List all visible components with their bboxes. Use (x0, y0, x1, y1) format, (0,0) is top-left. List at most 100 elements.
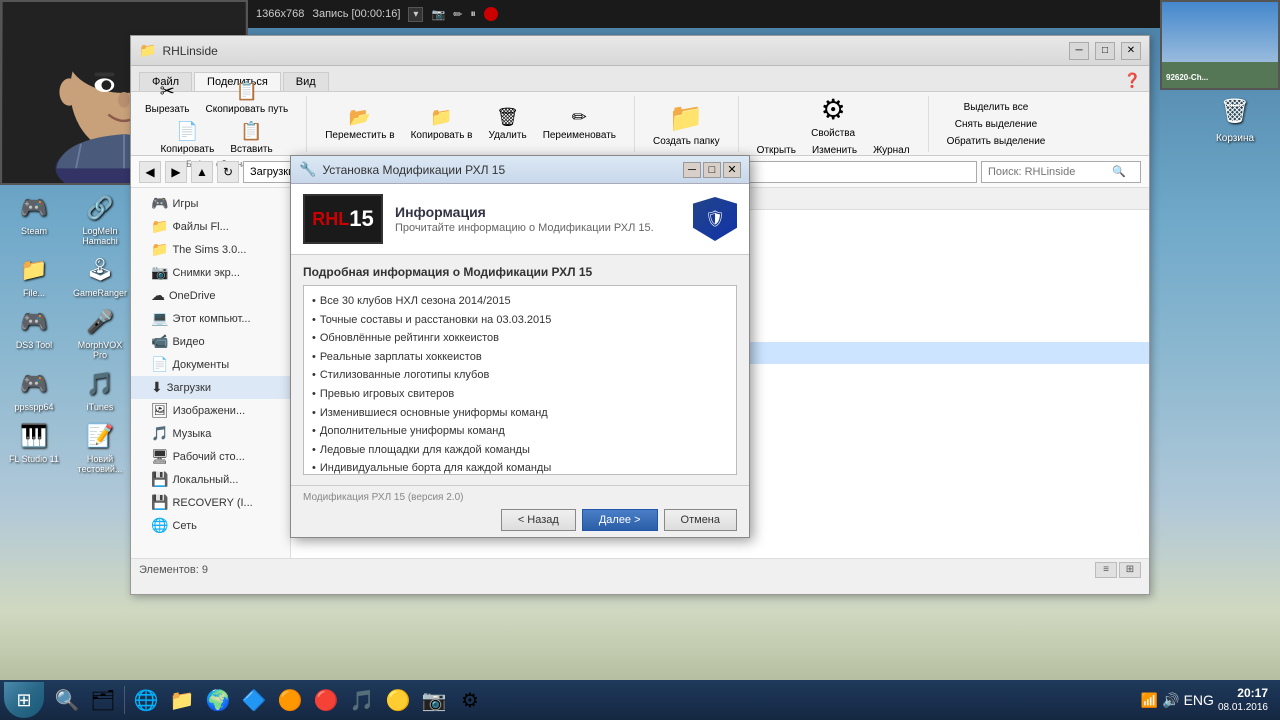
move-to-button[interactable]: 📂 Переместить в (319, 105, 400, 143)
help-icon[interactable]: ❓ (1124, 72, 1141, 89)
sidebar-item-desktop[interactable]: 🖥 Рабочий сто... (131, 445, 290, 468)
sidebar-item-video[interactable]: 📹 Видео (131, 330, 290, 353)
desktop-icon-flstudio[interactable]: 🎹 FL Studio 11 (4, 418, 64, 474)
explorer-sidebar: 🎮 Игры 📁 Файлы Fl... 📁 The Sims 3.0... 📷… (131, 188, 291, 558)
taskbar-browser2[interactable]: 🌍 (201, 683, 235, 717)
delete-button[interactable]: 🗑 Удалить (483, 105, 533, 143)
sidebar-item-local[interactable]: 💾 Локальный... (131, 468, 290, 491)
back-button[interactable]: ◀ (139, 161, 161, 183)
sidebar-item-sims[interactable]: 📁 The Sims 3.0... (131, 238, 290, 261)
dialog-maximize[interactable]: □ (703, 162, 721, 178)
tray-lang[interactable]: ENG (1184, 692, 1214, 708)
desktop-icon-logmein[interactable]: 🔗 LogMeIn Hamachi (70, 190, 130, 246)
taskbar-app2[interactable]: 🟠 (273, 683, 307, 717)
cancel-button[interactable]: Отмена (664, 509, 737, 531)
minimize-button[interactable]: ─ (1069, 42, 1089, 60)
sidebar-item-onedrive[interactable]: ☁ OneDrive (131, 284, 290, 307)
tray-network-icon[interactable]: 📶 (1141, 692, 1158, 709)
installer-dialog[interactable]: 🔧 Установка Модификации РХЛ 15 ─ □ ✕ RHL… (290, 155, 750, 538)
rename-button[interactable]: ✏ Переименовать (537, 105, 622, 143)
close-button[interactable]: ✕ (1121, 42, 1141, 60)
sidebar-item-network[interactable]: 🌐 Сеть (131, 514, 290, 537)
properties-button[interactable]: ⚙ Свойства (805, 91, 861, 141)
new-folder-button[interactable]: 📁 Создать папку (647, 99, 726, 149)
sidebar-item-computer[interactable]: 💻 Этот компьют... (131, 307, 290, 330)
pause-icon[interactable]: ⏸ (470, 8, 476, 21)
next-button[interactable]: Далее > (582, 509, 658, 531)
taskbar-app1[interactable]: 🔷 (237, 683, 271, 717)
desktop-icon-itunes[interactable]: 🎵 iTunes (70, 366, 130, 412)
sidebar-item-docs[interactable]: 📄 Документы (131, 353, 290, 376)
bullet-2: • (312, 330, 316, 348)
steam-icon: 🎮 (16, 190, 52, 226)
detail-view-button[interactable]: ⊞ (1119, 562, 1141, 578)
taskbar-app6[interactable]: 📷 (417, 683, 451, 717)
dialog-header-info: Информация Прочитайте информацию о Модиф… (395, 204, 681, 234)
sidebar-item-images[interactable]: 🖼 Изображени... (131, 399, 290, 422)
sidebar-item-downloads[interactable]: ⬇ Загрузки (131, 376, 290, 399)
dialog-info-subtitle: Прочитайте информацию о Модификации РХЛ … (395, 222, 681, 234)
refresh-button[interactable]: ↻ (217, 161, 239, 183)
bullet-9: • (312, 460, 316, 475)
dialog-info-box[interactable]: • Все 30 клубов НХЛ сезона 2014/2015 • Т… (303, 285, 737, 475)
copy-button[interactable]: 📄 Копировать (154, 119, 220, 157)
taskbar-explorer[interactable]: 📁 (165, 683, 199, 717)
sidebar-item-games[interactable]: 🎮 Игры (131, 192, 290, 215)
taskbar-app4[interactable]: 🎵 (345, 683, 379, 717)
desktop-icon-file[interactable]: 📁 File... (4, 252, 64, 298)
desktop-icon-trash[interactable]: 🗑 Корзина (1200, 91, 1270, 144)
paste-button[interactable]: 📋 Вставить (224, 119, 278, 157)
maximize-button[interactable]: □ (1095, 42, 1115, 60)
search-box[interactable]: 🔍 (981, 161, 1141, 183)
cut-label: Вырезать (145, 104, 189, 115)
sidebar-item-music[interactable]: 🎵 Музыка (131, 422, 290, 445)
taskbar-app5[interactable]: 🟡 (381, 683, 415, 717)
paste-icon: 📋 (240, 121, 262, 142)
sidebar-item-screenshots[interactable]: 📷 Снимки экр... (131, 261, 290, 284)
taskbar-search[interactable]: 🔍 (50, 683, 84, 717)
desktop-icon-testoviy[interactable]: 📝 Новий тестовий... (70, 418, 130, 474)
desktop-icon-ds3[interactable]: 🎮 DS3 Tool (4, 304, 64, 360)
desktop-icon-ppsspp[interactable]: 🎮 ppsspp64 (4, 366, 64, 412)
forward-button[interactable]: ▶ (165, 161, 187, 183)
invert-label: Обратить выделение (947, 136, 1046, 147)
select-all-button[interactable]: Выделить все (958, 100, 1035, 115)
taskbar-ie[interactable]: 🌐 (129, 683, 163, 717)
back-button[interactable]: < Назад (501, 509, 576, 531)
tray-volume-icon[interactable]: 🔊 (1162, 692, 1179, 709)
sidebar-item-recovery[interactable]: 💾 RECOVERY (I... (131, 491, 290, 514)
dialog-minimize[interactable]: ─ (683, 162, 701, 178)
sidebar-music-label: Музыка (172, 428, 211, 440)
deselect-button[interactable]: Снять выделение (949, 117, 1043, 132)
desktop-icon-steam[interactable]: 🎮 Steam (4, 190, 64, 246)
desktop-icon-gameranger[interactable]: 🕹 GameRanger (70, 252, 130, 298)
camera-icon[interactable]: 📷 (431, 8, 445, 21)
taskbar-app7[interactable]: ⚙ (453, 683, 487, 717)
cut-button[interactable]: ✂ Вырезать (139, 79, 195, 117)
search-input[interactable] (988, 166, 1108, 178)
info-item-5: • Превью игровых свитеров (312, 386, 728, 404)
taskbar-cortana[interactable]: 🗂 (86, 683, 120, 717)
testoviy-icon: 📝 (82, 418, 118, 454)
tray-clock[interactable]: 20:17 08.01.2016 (1218, 686, 1268, 715)
open-button[interactable]: Открыть (751, 143, 802, 158)
sidebar-desktop-label: Рабочий сто... (173, 451, 245, 463)
sidebar-item-files[interactable]: 📁 Файлы Fl... (131, 215, 290, 238)
taskbar-app3[interactable]: 🔴 (309, 683, 343, 717)
edit-button[interactable]: Изменить (806, 143, 863, 158)
logmein-icon: 🔗 (82, 190, 118, 226)
recording-dropdown[interactable]: ▾ (408, 7, 423, 22)
desktop-icon-morphvox[interactable]: 🎤 MorphVOX Pro (70, 304, 130, 360)
copy-path-button[interactable]: 📋 Скопировать путь (199, 79, 294, 117)
up-button[interactable]: ▲ (191, 161, 213, 183)
journal-button[interactable]: Журнал (867, 143, 916, 158)
invert-button[interactable]: Обратить выделение (941, 134, 1052, 149)
start-button[interactable]: ⊞ (4, 682, 44, 718)
dialog-close-button[interactable]: ✕ (723, 162, 741, 178)
list-view-button[interactable]: ≡ (1095, 562, 1117, 578)
dialog-body: Подробная информация о Модификации РХЛ 1… (291, 255, 749, 485)
explorer-title: RHLinside (162, 44, 1063, 58)
desktop: 1366x768 Запись [00:00:16] ▾ 📷 ✏ ⏸ 92620… (0, 0, 1280, 720)
copy-to-button[interactable]: 📁 Копировать в (405, 105, 479, 143)
pencil-icon[interactable]: ✏ (453, 8, 462, 21)
